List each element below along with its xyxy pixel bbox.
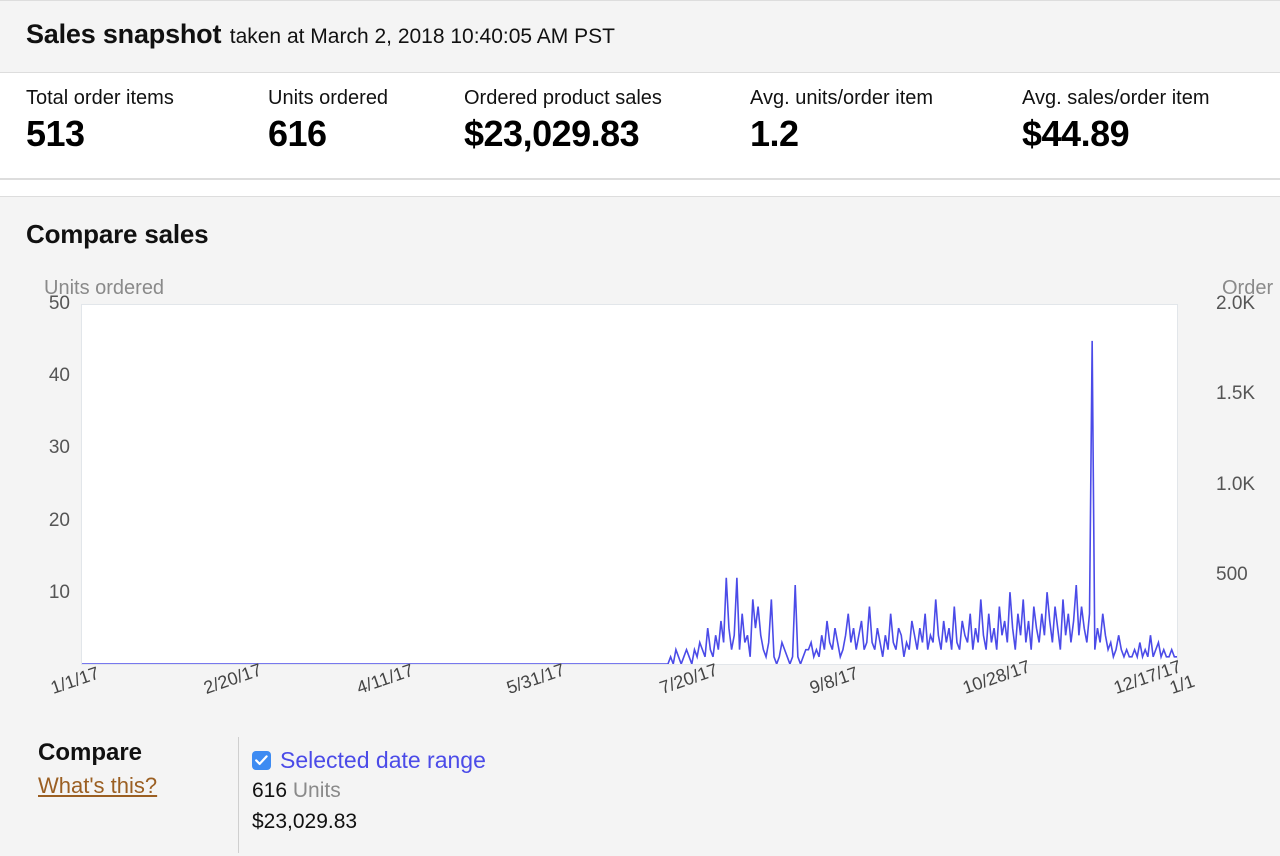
snapshot-header: Sales snapshot taken at March 2, 2018 10…	[0, 1, 1280, 73]
compare-sales-panel: Compare sales Units ordered Order 50 40 30…	[0, 196, 1280, 856]
x-axis-tick: 2/20/17	[201, 659, 265, 698]
legend-units-word: Units	[292, 779, 341, 802]
x-axis-tick: 5/31/17	[504, 659, 568, 698]
metric-value: 616	[268, 113, 327, 154]
metric-avg-sales-per-order-item: Avg. sales/order item $44.89	[1022, 85, 1210, 157]
series-line-selected-date-range	[82, 341, 1177, 664]
right-axis-tick: 500	[1216, 563, 1248, 585]
sales-snapshot-page: Sales snapshot taken at March 2, 2018 10…	[0, 0, 1280, 856]
legend-units-value: 616	[252, 779, 288, 802]
legend-item-selected-date-range[interactable]: Selected date range	[252, 745, 486, 775]
left-axis-tick: 10	[48, 581, 70, 603]
page-title: Sales snapshot	[26, 19, 222, 49]
plot-area	[81, 304, 1178, 665]
legend-units: 616 Units	[252, 775, 486, 806]
metric-avg-units-per-order-item: Avg. units/order item 1.2	[750, 85, 1022, 157]
right-axis-tick: 1.0K	[1216, 473, 1256, 495]
metric-label: Total order items	[26, 87, 174, 109]
metrics-row: Total order items 513 Units ordered 616 …	[0, 73, 1280, 179]
x-axis-tick: 9/8/17	[807, 662, 862, 698]
metric-label: Units ordered	[268, 87, 389, 109]
legend-sales-value: $23,029.83	[252, 810, 358, 833]
legend: Selected date range 616 Units $23,029.83	[252, 745, 486, 837]
sales-snapshot-panel: Sales snapshot taken at March 2, 2018 10…	[0, 0, 1280, 180]
metric-total-order-items: Total order items 513	[26, 85, 268, 157]
metric-value: 513	[26, 113, 85, 154]
metric-value: 1.2	[750, 113, 799, 154]
right-axis-tick: 1.5K	[1216, 383, 1256, 405]
x-axis-tick: 7/20/17	[657, 659, 721, 698]
metric-label: Avg. units/order item	[750, 87, 934, 109]
sales-line-chart-svg	[82, 305, 1177, 664]
whats-this-link[interactable]: What's this?	[38, 769, 157, 803]
compare-controls: Compare What's this?	[38, 737, 238, 803]
metric-units-ordered: Units ordered 616	[268, 85, 464, 157]
metric-ordered-product-sales: Ordered product sales $23,029.83	[464, 85, 750, 157]
compare-sales-chart: Units ordered Order 50 40 30 20 10 2.0K 1.5K 1…	[0, 277, 1280, 747]
x-axis-tick: 1/1/17	[48, 662, 102, 698]
legend-divider	[238, 737, 239, 853]
left-axis-tick: 50	[48, 293, 70, 314]
left-axis-tick: 30	[48, 437, 70, 459]
metric-value: $23,029.83	[464, 113, 640, 154]
compare-sales-title: Compare sales	[26, 219, 209, 249]
snapshot-timestamp: taken at March 2, 2018 10:40:05 AM PST	[229, 25, 615, 48]
left-axis-tick: 40	[48, 365, 70, 387]
right-axis-tick: 2.0K	[1216, 293, 1256, 314]
left-axis-tick: 20	[48, 509, 70, 531]
metric-label: Ordered product sales	[464, 87, 662, 109]
compare-footer: Compare What's this? Selected date range…	[0, 737, 1280, 856]
compare-heading: Compare	[38, 739, 143, 766]
metric-label: Avg. sales/order item	[1022, 87, 1210, 109]
x-axis-tick: 4/11/17	[354, 659, 417, 698]
metric-value: $44.89	[1022, 113, 1130, 154]
legend-label: Selected date range	[280, 747, 486, 773]
checkbox-icon[interactable]	[252, 750, 271, 770]
